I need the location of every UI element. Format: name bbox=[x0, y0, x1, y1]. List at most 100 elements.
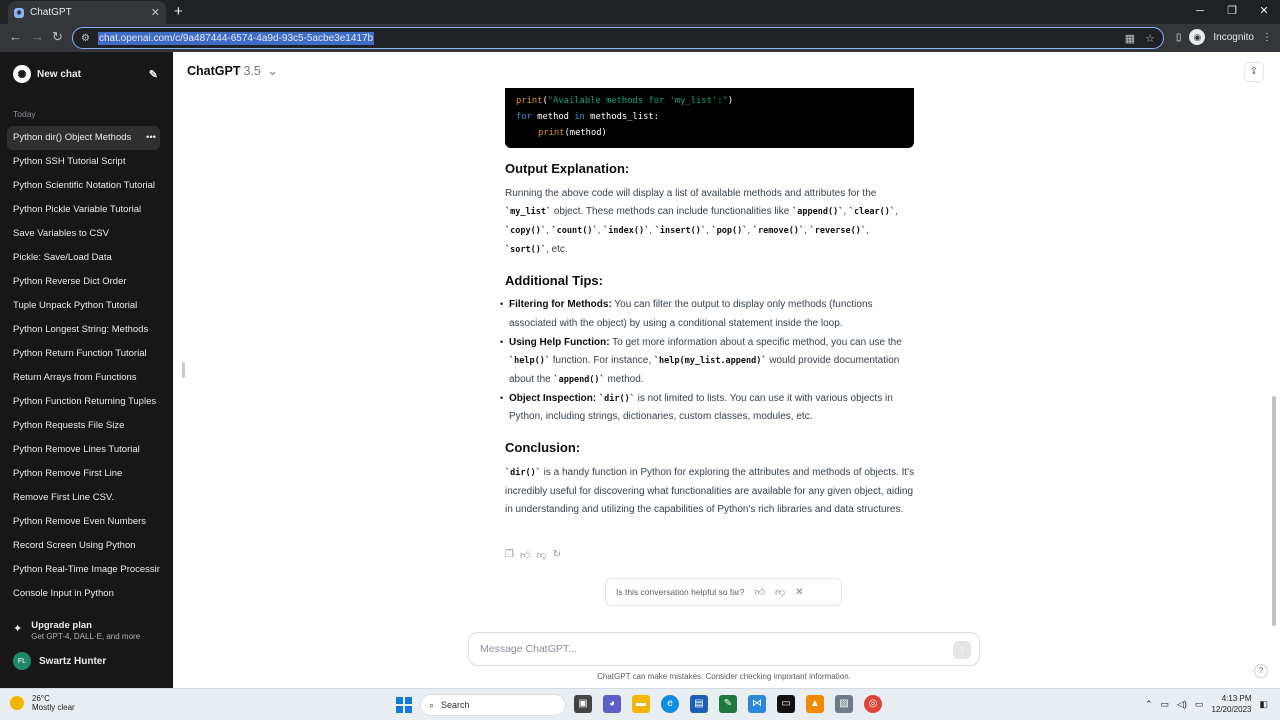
chat-history-item[interactable]: Python Remove First Line bbox=[7, 462, 160, 486]
chat-history-item[interactable]: Python Remove Even Numbers bbox=[7, 510, 160, 534]
forward-arrow-icon[interactable]: → bbox=[31, 29, 44, 44]
taskbar: 26°C Mostly clear ⌕ Search ▣ ◕ ▬ e ▤ ✎ ⋈… bbox=[0, 688, 1280, 720]
minimize-icon[interactable]: ─ bbox=[1184, 0, 1216, 24]
chat-history-item[interactable]: Python Longest String: Methods bbox=[7, 318, 160, 342]
thumbs-up-icon[interactable]: 👍︎ bbox=[520, 549, 530, 561]
task-view-icon[interactable]: ▣ bbox=[574, 695, 592, 713]
clock-time: 4:13 PM bbox=[1221, 694, 1252, 703]
message-input[interactable]: Message ChatGPT... ↑ bbox=[468, 632, 980, 666]
browser-toolbar: ← → ↻ ⚙ chat.openai.com/c/9a487444-6574-… bbox=[0, 24, 1280, 52]
edge-browser-icon[interactable]: e bbox=[661, 695, 679, 713]
send-arrow-icon[interactable]: ↑ bbox=[953, 641, 971, 659]
chat-history-item[interactable]: Record Screen Using Python bbox=[7, 534, 160, 558]
thumbs-up-icon[interactable]: 👍︎ bbox=[755, 586, 765, 598]
notification-icon[interactable]: ◧ bbox=[1259, 699, 1268, 710]
thumbs-down-icon[interactable]: 👎︎ bbox=[536, 549, 546, 561]
terminal-icon[interactable]: ▭ bbox=[777, 695, 795, 713]
network-icon[interactable]: ▭ bbox=[1160, 699, 1169, 710]
share-icon[interactable]: ⇪ bbox=[1244, 62, 1264, 82]
chat-history-list: Python dir() Object Methods ••• Python SS… bbox=[7, 126, 160, 606]
scrollbar[interactable] bbox=[1272, 396, 1276, 626]
store-icon[interactable]: ▤ bbox=[690, 695, 708, 713]
chat-history-item[interactable]: Python Scientific Notation Tutorial bbox=[7, 174, 160, 198]
inline-code: `clear()` bbox=[848, 207, 895, 218]
chat-title: Python Remove Lines Tutorial bbox=[13, 444, 140, 455]
incognito-label[interactable]: Incognito bbox=[1213, 32, 1254, 43]
help-icon[interactable]: ? bbox=[1254, 664, 1268, 678]
new-chat-button[interactable]: ✺ New chat ✎ bbox=[8, 62, 164, 86]
battery-icon[interactable]: ▭ bbox=[1195, 699, 1204, 710]
url-text[interactable]: chat.openai.com/c/9a487444-6574-4a9d-93c… bbox=[97, 31, 375, 45]
user-menu-button[interactable]: FL Swartz Hunter bbox=[13, 652, 106, 670]
editor-app-icon[interactable]: ✎ bbox=[719, 695, 737, 713]
close-icon[interactable]: ✕ bbox=[795, 587, 803, 598]
upgrade-plan-button[interactable]: ✦ Upgrade plan Get GPT-4, DALL·E, and mo… bbox=[13, 620, 163, 641]
chat-history-item[interactable]: Tuple Unpack Python Tutorial bbox=[7, 294, 160, 318]
inline-code: `dir()` bbox=[505, 467, 541, 478]
code-line: print("Available methods for 'my_list':"… bbox=[516, 96, 734, 106]
chat-title: Console Input in Python bbox=[13, 588, 114, 599]
chat-history-item[interactable]: Python Requests File Size bbox=[7, 414, 160, 438]
chat-history-item[interactable]: Python SSH Tutorial Script bbox=[7, 150, 160, 174]
chat-history-item[interactable]: Python Real-Time Image Processing bbox=[7, 558, 160, 582]
browser-tab[interactable]: ✺ ChatGPT ✕ bbox=[8, 1, 166, 24]
vscode-icon[interactable]: ⋈ bbox=[748, 695, 766, 713]
restore-icon[interactable]: ❐ bbox=[1216, 0, 1248, 24]
chat-history-item[interactable]: Remove First Line CSV. bbox=[7, 486, 160, 510]
model-selector[interactable]: ChatGPT 3.5 ⌄ bbox=[187, 63, 278, 78]
browser-menu-icon[interactable]: ⋮ bbox=[1262, 32, 1272, 43]
address-bar[interactable]: ⚙ chat.openai.com/c/9a487444-6574-4a9d-9… bbox=[72, 27, 1164, 49]
code-line: for method in methods_list: bbox=[516, 109, 903, 125]
chat-history-item[interactable]: Pickle: Save/Load Data bbox=[7, 246, 160, 270]
list-item: Using Help Function: To get more informa… bbox=[500, 333, 915, 390]
copy-icon[interactable]: ❐ bbox=[505, 549, 514, 561]
new-tab-plus-icon[interactable]: + bbox=[174, 3, 183, 20]
thumbs-down-icon[interactable]: 👎︎ bbox=[775, 586, 785, 598]
chat-history-item[interactable]: Python Pickle Variable Tutorial bbox=[7, 198, 160, 222]
code-token: (method) bbox=[564, 128, 607, 138]
chat-history-item[interactable]: Save Variables to CSV bbox=[7, 222, 160, 246]
chat-history-item[interactable]: Python dir() Object Methods ••• bbox=[7, 126, 160, 150]
chat-history-item[interactable]: Python Function Returning Tuples bbox=[7, 390, 160, 414]
site-info-icon[interactable]: ⚙ bbox=[81, 33, 90, 44]
chat-app-icon[interactable]: ◕ bbox=[603, 695, 621, 713]
model-version: 3.5 bbox=[243, 64, 261, 78]
close-window-icon[interactable]: ✕ bbox=[1248, 0, 1280, 24]
weather-sun-icon bbox=[10, 696, 24, 710]
side-panel-icon[interactable]: ▯ bbox=[1176, 32, 1182, 43]
reload-icon[interactable]: ↻ bbox=[52, 29, 63, 45]
regenerate-icon[interactable]: ↻ bbox=[553, 549, 561, 561]
close-tab-icon[interactable]: ✕ bbox=[151, 6, 160, 19]
weather-widget[interactable]: 26°C Mostly clear bbox=[10, 694, 75, 712]
chevron-up-icon[interactable]: ⌃ bbox=[1145, 699, 1153, 710]
tip-title: Object Inspection: bbox=[509, 392, 597, 404]
incognito-icon[interactable]: ◉ bbox=[1189, 29, 1206, 45]
bookmark-star-icon[interactable]: ☆ bbox=[1145, 32, 1155, 45]
app-icon[interactable]: ▨ bbox=[835, 695, 853, 713]
sidebar-collapse-handle[interactable] bbox=[182, 362, 185, 378]
volume-icon[interactable]: ◁) bbox=[1177, 699, 1187, 710]
windows-start-icon[interactable] bbox=[396, 697, 412, 713]
chat-title: Record Screen Using Python bbox=[13, 540, 136, 551]
chat-history-item[interactable]: Python Reverse Dict Order bbox=[7, 270, 160, 294]
message-placeholder: Message ChatGPT... bbox=[480, 643, 577, 655]
model-name: ChatGPT bbox=[187, 64, 241, 78]
inline-code: `help()` bbox=[509, 356, 550, 367]
sparkle-icon: ✦ bbox=[13, 623, 23, 635]
eye-off-icon[interactable]: ▦ bbox=[1125, 32, 1135, 45]
back-arrow-icon[interactable]: ← bbox=[9, 29, 22, 44]
vlc-icon[interactable]: ▲ bbox=[806, 695, 824, 713]
chat-title: Python Function Returning Tuples bbox=[13, 396, 157, 407]
more-options-icon[interactable]: ••• bbox=[142, 126, 156, 150]
clock[interactable]: 4:13 PM 12/20/2023 bbox=[1211, 693, 1251, 715]
system-tray: ⌃ ▭ ◁) ▭ 4:13 PM 12/20/2023 ◧ bbox=[1145, 693, 1268, 715]
file-explorer-icon[interactable]: ▬ bbox=[632, 695, 650, 713]
temperature: 26°C bbox=[32, 694, 50, 703]
chat-history-item[interactable]: Python Remove Lines Tutorial bbox=[7, 438, 160, 462]
chat-history-item[interactable]: Console Input in Python bbox=[7, 582, 160, 606]
chat-history-item[interactable]: Python Return Function Tutorial bbox=[7, 342, 160, 366]
compose-icon[interactable]: ✎ bbox=[149, 68, 158, 81]
chat-history-item[interactable]: Return Arrays from Functions bbox=[7, 366, 160, 390]
chrome-icon[interactable]: ◎ bbox=[864, 695, 882, 713]
taskbar-search[interactable]: ⌕ Search bbox=[420, 694, 566, 716]
